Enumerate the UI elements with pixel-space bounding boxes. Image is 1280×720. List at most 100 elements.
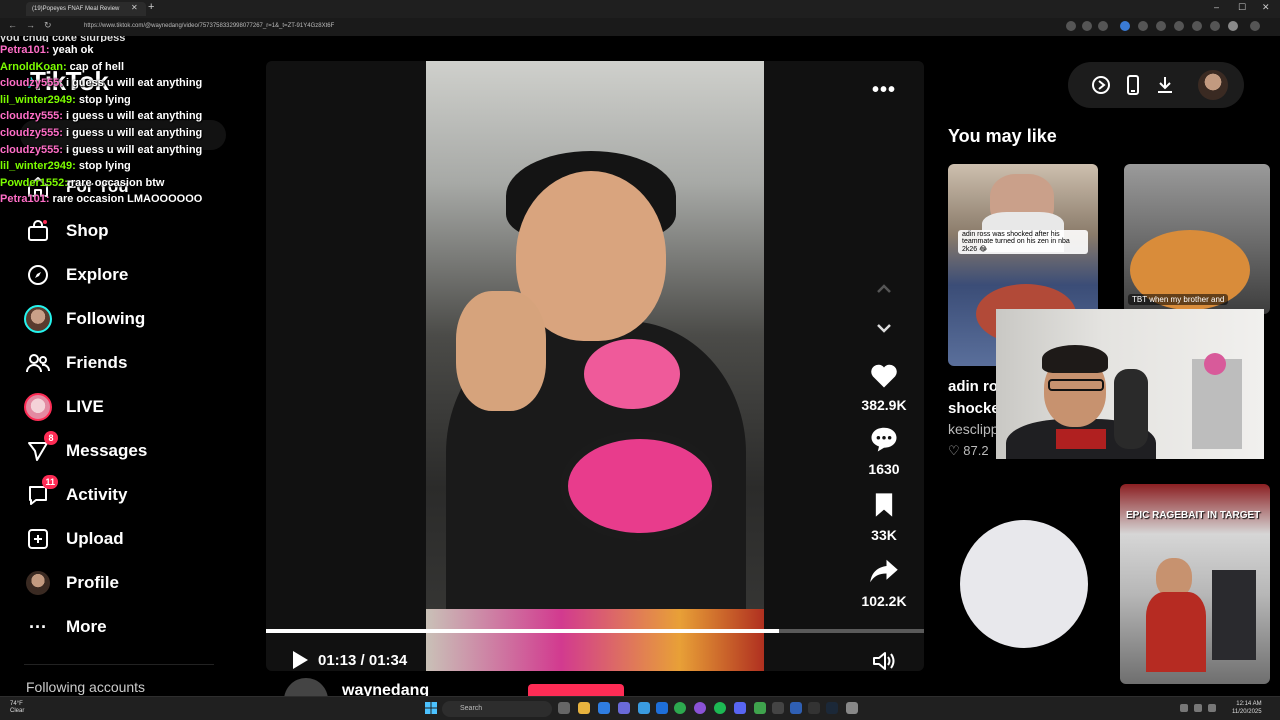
next-video-icon[interactable] [872, 318, 896, 338]
comment-button[interactable]: 1630 [856, 421, 912, 477]
volume-icon[interactable] [872, 650, 896, 671]
reload-icon[interactable]: ↻ [44, 20, 52, 31]
top-actions-bar [1068, 62, 1244, 108]
chat-username: cloudzy555: [0, 77, 63, 90]
extension-icon[interactable] [1156, 21, 1166, 31]
spotify-icon[interactable] [714, 702, 726, 714]
heart-outline-icon: ♡ [948, 443, 960, 458]
mobile-app-icon[interactable] [1122, 74, 1144, 96]
video-content [456, 291, 546, 411]
menu-icon[interactable] [1250, 21, 1260, 31]
chat-text: yeah ok [52, 44, 94, 56]
follow-button[interactable] [528, 684, 624, 696]
volume-tray-icon[interactable] [1208, 704, 1216, 712]
taskbar-search[interactable]: Search [442, 701, 552, 717]
sidebar-item-live[interactable]: LIVE [24, 393, 104, 421]
chat-message: cloudzy555: i guess u will eat anything [0, 108, 240, 125]
chat-username: cloudzy555: [0, 143, 63, 156]
close-window-button[interactable]: ✕ [1262, 2, 1270, 13]
recommended-video-title[interactable]: adin ro shocke [948, 376, 1000, 420]
recommended-video-thumbnail[interactable]: TBT when my brother and [1124, 164, 1270, 314]
recommended-video-thumbnail[interactable]: EPIC RAGEBAIT IN TARGET [1120, 484, 1270, 684]
video-player[interactable]: ••• 382.9K 1630 33K 102.2K 01:13 / 01:34 [266, 61, 924, 671]
friends-icon [24, 349, 52, 377]
tiktok-page: ♪ TikTok For You Shop Explore Following … [0, 36, 1280, 696]
sidebar-item-label: Friends [66, 353, 128, 372]
sidebar-item-following[interactable]: Following [24, 305, 145, 333]
coins-icon[interactable] [1090, 74, 1112, 96]
user-avatar[interactable] [1198, 70, 1228, 100]
sidebar-item-upload[interactable]: Upload [24, 525, 124, 553]
extension-icon[interactable] [1066, 21, 1076, 31]
taskbar-app-icon[interactable] [754, 702, 766, 714]
video-content [560, 431, 720, 541]
discord-icon[interactable] [734, 702, 746, 714]
taskbar-app-icon[interactable] [694, 702, 706, 714]
sidebar-item-label: LIVE [66, 397, 104, 416]
sidebar-divider [24, 664, 214, 665]
recommended-video-author[interactable]: kesclipp [948, 421, 999, 437]
taskbar-app-icon[interactable] [808, 702, 820, 714]
title-line: adin ro [948, 378, 999, 395]
taskbar-clock[interactable]: 12:14 AM 11/20/2025 [1232, 700, 1262, 716]
back-icon[interactable]: ← [8, 20, 17, 30]
play-icon[interactable] [290, 649, 310, 671]
extension-icon[interactable] [1120, 21, 1130, 31]
extension-icon[interactable] [1210, 21, 1220, 31]
profile-icon[interactable] [1228, 21, 1238, 31]
sidebar-item-activity[interactable]: 11 Activity [24, 475, 127, 509]
tab-close-icon[interactable]: ✕ [131, 3, 138, 12]
save-button[interactable]: 33K [856, 487, 912, 543]
file-explorer-icon[interactable] [578, 702, 590, 714]
zoom-icon[interactable] [1082, 21, 1092, 31]
download-icon[interactable] [1154, 74, 1176, 96]
extension-icon[interactable] [1138, 21, 1148, 31]
more-options-icon[interactable]: ••• [872, 79, 896, 102]
following-accounts-heading: Following accounts [26, 679, 146, 695]
sidebar-item-messages[interactable]: 8 Messages [24, 431, 147, 465]
extension-icon[interactable] [1174, 21, 1184, 31]
sidebar-item-label: Upload [66, 529, 124, 548]
extension-icon[interactable] [1192, 21, 1202, 31]
sidebar-item-more[interactable]: ··· More [24, 613, 107, 641]
author-avatar[interactable] [284, 678, 328, 696]
forward-icon[interactable]: → [26, 20, 35, 30]
taskbar-app-icon[interactable] [790, 702, 802, 714]
tray-icon[interactable] [1180, 704, 1188, 712]
taskbar-app-icon[interactable] [598, 702, 610, 714]
sidebar-item-shop[interactable]: Shop [24, 217, 109, 245]
sidebar-item-profile[interactable]: Profile [24, 569, 119, 597]
taskbar-app-icon[interactable] [638, 702, 650, 714]
minimize-button[interactable]: – [1214, 2, 1219, 12]
bookmark-star-icon[interactable] [1098, 21, 1108, 31]
like-button[interactable]: 382.9K [856, 357, 912, 413]
weather-desc: Clear [10, 708, 25, 714]
wifi-icon[interactable] [1194, 704, 1202, 712]
steam-icon[interactable] [826, 702, 838, 714]
webcam-image [1042, 345, 1108, 373]
video-content [584, 339, 680, 409]
maximize-button[interactable]: ☐ [1238, 2, 1246, 13]
sidebar-item-friends[interactable]: Friends [24, 349, 127, 377]
weather-widget[interactable]: 74°F Clear [10, 701, 24, 715]
browser-tab[interactable]: (19)Popeyes FNAF Meal Review [26, 2, 146, 16]
author-name[interactable]: waynedang [342, 682, 429, 696]
taskbar-app-icon[interactable] [772, 702, 784, 714]
compass-icon [24, 261, 52, 289]
windows-start-icon[interactable] [425, 702, 437, 714]
sidebar-item-label: Profile [66, 573, 119, 592]
new-tab-icon[interactable]: + [148, 1, 154, 13]
settings-icon[interactable] [846, 702, 858, 714]
share-button[interactable]: 102.2K [856, 553, 912, 609]
sidebar-item-explore[interactable]: Explore [24, 261, 128, 289]
video-frame[interactable] [426, 61, 764, 671]
chat-message: lil_winter2949: stop lying [0, 92, 240, 109]
chrome-icon[interactable] [674, 702, 686, 714]
address-bar[interactable]: https://www.tiktok.com/@waynedang/video/… [76, 21, 1066, 33]
progress-bar[interactable] [266, 629, 924, 633]
taskbar-app-icon[interactable] [618, 702, 630, 714]
task-view-icon[interactable] [558, 702, 570, 714]
chat-username: cloudzy555: [0, 110, 63, 123]
taskbar-app-icon[interactable] [656, 702, 668, 714]
previous-video-icon[interactable] [872, 279, 896, 299]
